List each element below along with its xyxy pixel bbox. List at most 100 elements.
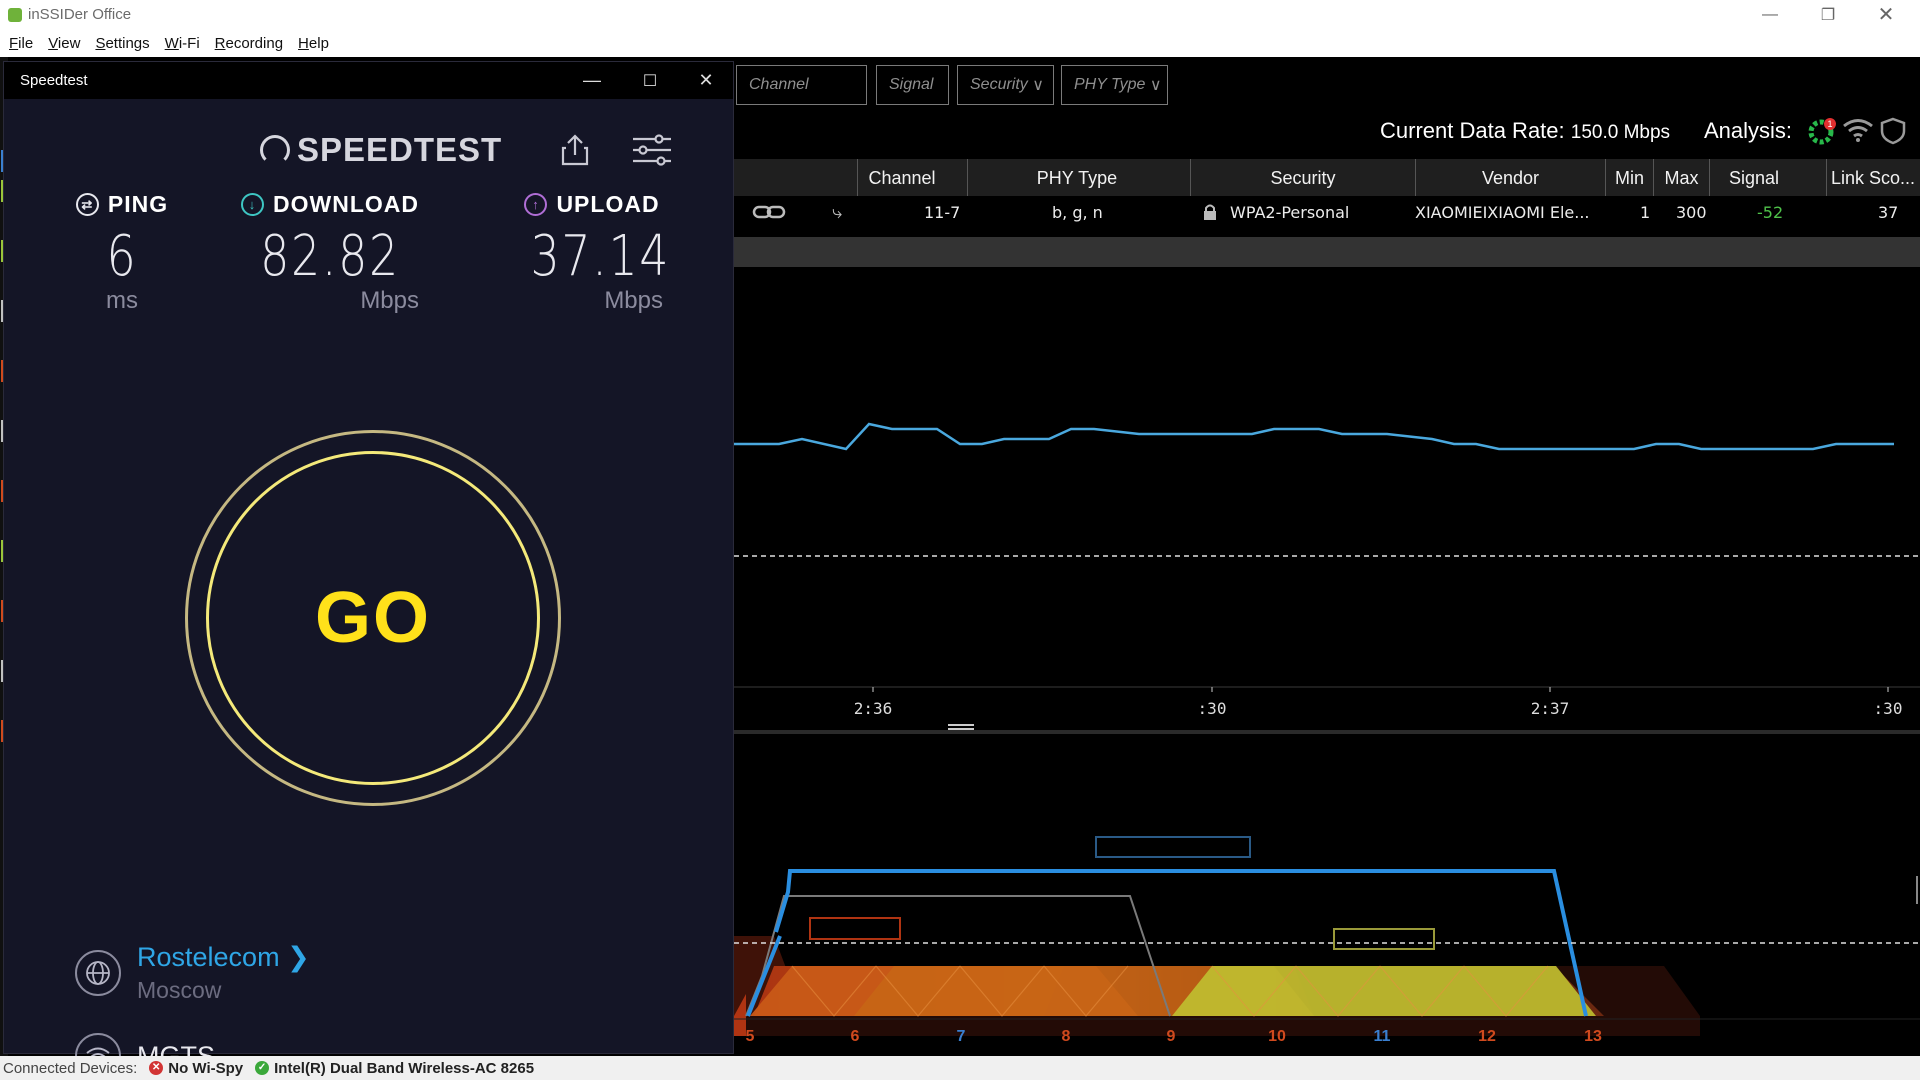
check-icon: ✓ bbox=[255, 1061, 270, 1075]
channel-label: 13 bbox=[1584, 1028, 1602, 1045]
cell-vendor: XIAOMIEIXIAOMI Ele... bbox=[1415, 202, 1590, 222]
error-icon: ✕ bbox=[149, 1061, 164, 1075]
menu-bar: File View Settings Wi-Fi Recording Help bbox=[0, 29, 1920, 57]
column-header-vendor[interactable]: Vendor bbox=[1415, 159, 1605, 197]
menu-file[interactable]: File bbox=[9, 35, 33, 52]
cell-signal: -52 bbox=[1757, 202, 1784, 222]
server-name-row[interactable]: Rostelecom ❯ bbox=[137, 942, 310, 973]
upload-metric: ↑ UPLOAD 37.14 Mbps bbox=[517, 191, 671, 315]
channel-label: 5 bbox=[746, 1028, 755, 1045]
channel-label: 10 bbox=[1268, 1028, 1286, 1045]
menu-wifi[interactable]: Wi-Fi bbox=[165, 35, 200, 52]
speedtest-gauge-icon bbox=[260, 135, 290, 165]
network-table-header: Channel PHY Type Security Vendor Min Max… bbox=[734, 159, 1920, 197]
column-header-channel[interactable]: Channel bbox=[857, 159, 946, 197]
speedtest-logo: SPEEDTEST bbox=[260, 131, 502, 169]
minimize-button[interactable]: — bbox=[1742, 0, 1798, 29]
channel-label: 9 bbox=[1167, 1028, 1176, 1045]
channel-filter-placeholder: Channel bbox=[749, 76, 809, 93]
server-city: Moscow bbox=[137, 977, 222, 1003]
download-arrow-icon: ↓ bbox=[241, 193, 264, 216]
restore-button[interactable]: ❐ bbox=[1800, 0, 1856, 29]
phy-type-filter-dropdown[interactable]: PHY Type ∨ bbox=[1061, 65, 1168, 105]
speedtest-minimize-button[interactable]: — bbox=[564, 62, 620, 99]
phy-type-filter-label: PHY Type bbox=[1074, 76, 1146, 93]
splitter-grip-icon[interactable] bbox=[948, 724, 974, 730]
cell-min: 1 bbox=[1640, 202, 1651, 222]
network-shape bbox=[1172, 966, 1596, 1016]
menu-help[interactable]: Help bbox=[298, 35, 329, 52]
upload-value: 37.14 bbox=[530, 224, 671, 289]
cell-channel: 11-7 bbox=[924, 202, 961, 222]
chevron-down-icon: ∨ bbox=[1032, 77, 1044, 94]
column-header-min[interactable]: Min bbox=[1605, 159, 1653, 197]
data-rate-value: 150.0 Mbps bbox=[1570, 122, 1671, 143]
device-wispy-status: No Wi-Spy bbox=[168, 1059, 244, 1077]
menu-recording[interactable]: Recording bbox=[215, 35, 283, 52]
device-wifi-adapter-status: Intel(R) Dual Band Wireless-AC 8265 bbox=[274, 1059, 535, 1077]
app-root: inSSIDer Office — ❐ ✕ File View Settings… bbox=[0, 0, 1920, 1080]
link-icon bbox=[752, 196, 786, 228]
window-title: inSSIDer Office bbox=[28, 6, 132, 23]
column-header-signal[interactable]: Signal bbox=[1709, 159, 1798, 197]
speedtest-close-button[interactable]: ✕ bbox=[678, 62, 734, 99]
cell-security: WPA2-Personal bbox=[1230, 202, 1350, 222]
speedtest-title-bar: Speedtest — ☐ ✕ bbox=[4, 62, 733, 99]
inssider-app-icon bbox=[8, 7, 22, 22]
globe-icon bbox=[75, 950, 121, 996]
speedtest-window-title: Speedtest bbox=[20, 72, 88, 89]
server-info: Rostelecom ❯ Moscow bbox=[137, 942, 310, 1004]
ping-icon: ⇄ bbox=[75, 193, 99, 216]
wifi-signal-icon[interactable] bbox=[1842, 117, 1874, 143]
upload-unit: Mbps bbox=[604, 287, 663, 314]
upload-label: UPLOAD bbox=[556, 191, 660, 217]
channel-filter-input[interactable]: Channel bbox=[736, 65, 867, 105]
column-header-max[interactable]: Max bbox=[1653, 159, 1709, 197]
server-selector[interactable]: Rostelecom ❯ Moscow bbox=[75, 942, 310, 1004]
panel-splitter[interactable] bbox=[734, 730, 1920, 734]
lock-icon bbox=[1202, 196, 1218, 228]
menu-settings[interactable]: Settings bbox=[95, 35, 149, 52]
download-metric: ↓ DOWNLOAD 82.82 Mbps bbox=[235, 191, 425, 315]
signal-filter-input[interactable]: Signal bbox=[876, 65, 949, 105]
status-bar: Connected Devices: ✕ No Wi-Spy ✓ Intel(R… bbox=[0, 1056, 1920, 1080]
time-tick-label: :30 bbox=[1874, 699, 1903, 718]
upload-arrow-icon: ↑ bbox=[524, 193, 548, 216]
connection-status-icon: ⤷ bbox=[832, 201, 843, 223]
go-button[interactable]: GO bbox=[206, 451, 540, 785]
menu-view[interactable]: View bbox=[48, 35, 80, 52]
table-row[interactable]: ⤷ 11-7 b, g, n WPA2-Personal XIAOMIEIXIA… bbox=[734, 196, 1920, 228]
upload-label-row: ↑ UPLOAD bbox=[517, 191, 667, 218]
cell-phy-type: b, g, n bbox=[1052, 202, 1103, 222]
signal-time-graph: 2:36 :30 2:37 :30 bbox=[734, 422, 1920, 718]
analysis-label: Analysis: bbox=[1704, 118, 1793, 143]
channel-label: 8 bbox=[1062, 1028, 1071, 1045]
ping-label: PING bbox=[107, 191, 169, 217]
share-icon[interactable] bbox=[560, 133, 590, 174]
ping-metric: ⇄ PING 6 ms bbox=[72, 191, 172, 315]
settings-sliders-icon[interactable] bbox=[631, 133, 673, 174]
shield-icon[interactable] bbox=[1880, 117, 1906, 145]
go-label: GO bbox=[314, 578, 431, 658]
channel-spectrum-graph: 5 6 7 8 9 10 11 12 13 bbox=[734, 836, 1920, 1045]
channel-label: 7 bbox=[957, 1028, 966, 1045]
chevron-right-icon: ❯ bbox=[287, 942, 310, 972]
signal-filter-placeholder: Signal bbox=[889, 76, 934, 93]
network-label-box bbox=[1095, 836, 1251, 858]
column-header-security[interactable]: Security bbox=[1190, 159, 1415, 197]
security-filter-dropdown[interactable]: Security ∨ bbox=[957, 65, 1054, 105]
cell-link-score: 37 bbox=[1878, 202, 1899, 222]
speedtest-maximize-button[interactable]: ☐ bbox=[622, 62, 678, 99]
channel-label: 6 bbox=[851, 1028, 860, 1045]
channel-label: 11 bbox=[1374, 1028, 1391, 1045]
connected-devices-label: Connected Devices: bbox=[3, 1059, 138, 1077]
close-button[interactable]: ✕ bbox=[1858, 0, 1914, 29]
server-name[interactable]: Rostelecom bbox=[137, 942, 280, 972]
go-button-ring[interactable]: GO bbox=[185, 430, 561, 806]
analysis-badge-count: 1 bbox=[1827, 119, 1832, 129]
ping-value: 6 bbox=[106, 224, 138, 289]
network-label-box bbox=[1333, 928, 1435, 950]
column-header-phy-type[interactable]: PHY Type bbox=[967, 159, 1186, 197]
column-header-link-score[interactable]: Link Sco... bbox=[1826, 159, 1920, 197]
analysis-status-gear-icon[interactable]: 1 bbox=[1808, 117, 1836, 145]
